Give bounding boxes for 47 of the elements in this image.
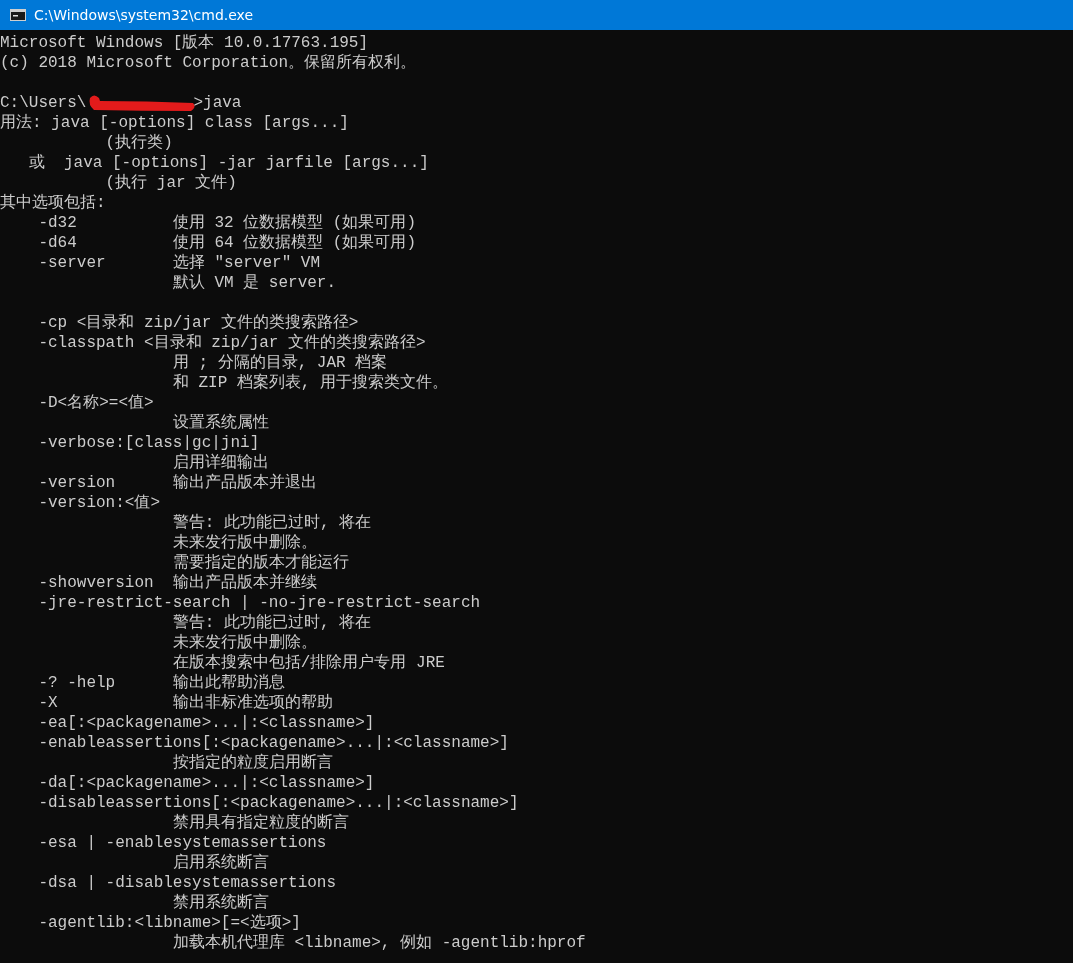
console-line: -version 输出产品版本并退出	[37, 473, 318, 493]
console-line: -enableassertions[:<packagename>...|:<classname>]	[37, 733, 510, 753]
console-line: -dsa | -disablesystemassertions	[37, 873, 338, 893]
console-line: -ea[:<packagename>...|:<classname>]	[37, 713, 376, 733]
console-line: 禁用具有指定粒度的断言	[171, 813, 350, 833]
console-line: -D<名称>=<值>	[37, 393, 155, 413]
console-line: (执行类)	[104, 133, 174, 153]
console-line: 用法: java [-options] class [args...]	[0, 113, 350, 133]
console-line: -da[:<packagename>...|:<classname>]	[37, 773, 376, 793]
console-line: -? -help 输出此帮助消息	[37, 673, 286, 693]
console-line: -disableassertions[:<packagename>...|:<classname>]	[37, 793, 520, 813]
console-line: 默认 VM 是 server.	[171, 273, 338, 293]
console-line: 按指定的粒度启用断言	[171, 753, 334, 773]
console-line: (执行 jar 文件)	[104, 173, 238, 193]
console-line: -classpath <目录和 zip/jar 文件的类搜索路径>	[37, 333, 427, 353]
console-line: 未来发行版中删除。	[171, 633, 318, 653]
console-line: 或 java [-options] -jar jarfile [args...]	[27, 153, 430, 173]
prompt-command: >java	[193, 93, 242, 113]
console-line: -cp <目录和 zip/jar 文件的类搜索路径>	[37, 313, 360, 333]
console-line: 未来发行版中删除。	[171, 533, 318, 553]
terminal-icon	[10, 9, 26, 21]
console-line: -esa | -enablesystemassertions	[37, 833, 328, 853]
console-line: 启用详细输出	[171, 453, 270, 473]
console-line: 警告: 此功能已过时, 将在	[171, 513, 373, 533]
console-line: 在版本搜索中包括/排除用户专用 JRE	[171, 653, 446, 673]
console-line: 用 ; 分隔的目录, JAR 档案	[171, 353, 389, 373]
prompt-path: C:\Users\	[0, 93, 87, 113]
console-line: 其中选项包括:	[0, 193, 107, 213]
console-line: -X 输出非标准选项的帮助	[37, 693, 334, 713]
console-line: 启用系统断言	[171, 853, 270, 873]
console-line: 设置系统属性	[171, 413, 270, 433]
console-line: (c) 2018 Microsoft Corporation。保留所有权利。	[0, 53, 418, 73]
console-line: -jre-restrict-search | -no-jre-restrict-search	[37, 593, 482, 613]
console-line: 禁用系统断言	[171, 893, 270, 913]
console-line: -showversion 输出产品版本并继续	[37, 573, 318, 593]
console-line: 和 ZIP 档案列表, 用于搜索类文件。	[171, 373, 450, 393]
console-line: 需要指定的版本才能运行	[171, 553, 350, 573]
console-line: -d32 使用 32 位数据模型 (如果可用)	[37, 213, 418, 233]
console-line: -d64 使用 64 位数据模型 (如果可用)	[37, 233, 418, 253]
console-line: -version:<值>	[37, 493, 162, 513]
console-line: 警告: 此功能已过时, 将在	[171, 613, 373, 633]
console-line: -server 选择 "server" VM	[37, 253, 322, 273]
window-title: C:\Windows\system32\cmd.exe	[34, 7, 254, 23]
console-line: -verbose:[class|gc|jni]	[37, 433, 261, 453]
console-line: 加载本机代理库 <libname>, 例如 -agentlib:hprof	[171, 933, 587, 953]
console-line: Microsoft Windows [版本 10.0.17763.195]	[0, 33, 370, 53]
console-line: -agentlib:<libname>[=<选项>]	[37, 913, 302, 933]
